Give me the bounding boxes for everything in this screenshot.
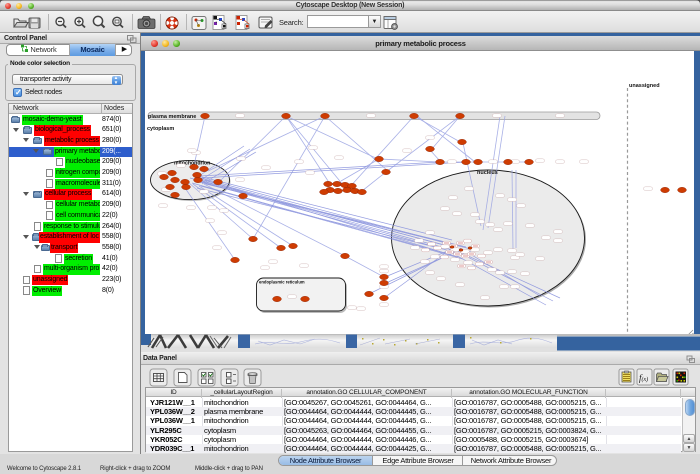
svg-text:endoplasmic reticulum: endoplasmic reticulum [259, 280, 305, 285]
svg-text:unassigned: unassigned [629, 83, 660, 89]
svg-text:plasma membrane: plasma membrane [148, 114, 196, 120]
svg-text:cytoplasm: cytoplasm [147, 126, 174, 132]
svg-text:nucleus: nucleus [477, 170, 498, 176]
